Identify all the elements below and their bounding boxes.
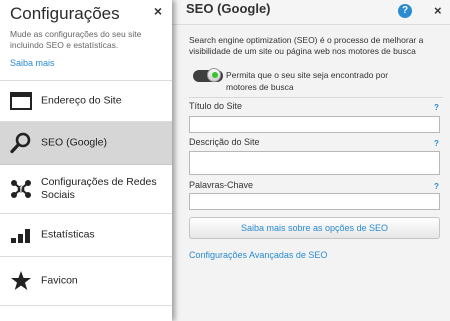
bar-chart-icon <box>11 229 30 243</box>
settings-app: Configurações × Mude as configurações do… <box>0 0 450 321</box>
close-icon[interactable]: × <box>154 3 162 19</box>
site-title-label: Título do Site <box>189 101 243 111</box>
learn-seo-options-button[interactable]: Saiba mais sobre as opções de SEO <box>189 217 440 239</box>
magnifier-icon <box>10 132 31 154</box>
site-description-field[interactable] <box>189 151 440 175</box>
star-icon <box>11 271 31 290</box>
site-description-help-icon[interactable]: ? <box>434 139 439 148</box>
learn-more-link[interactable]: Saiba mais <box>10 58 55 68</box>
search-engine-toggle-label: Permita que o seu site seja encontrado p… <box>226 70 389 92</box>
sidebar-item-statistics[interactable]: Estatísticas <box>0 214 172 257</box>
panel-header: SEO (Google) ? × <box>172 0 450 25</box>
search-engine-toggle[interactable] <box>193 68 223 82</box>
toggle-on-indicator <box>212 72 218 78</box>
sidebar-header: Configurações × Mude as configurações do… <box>0 0 172 81</box>
seo-panel: SEO (Google) ? × Search engine optimizat… <box>172 0 450 321</box>
close-icon[interactable]: × <box>434 3 442 18</box>
sidebar-item-social-networks[interactable]: f Configurações de Redes Sociais <box>0 165 172 214</box>
keywords-help-icon[interactable]: ? <box>434 182 439 191</box>
keywords-label: Palavras-Chave <box>189 180 254 190</box>
seo-intro-text: Search engine optimization (SEO) é o pro… <box>189 35 424 56</box>
site-description-label: Descrição do Site <box>189 137 260 147</box>
sidebar-title: Configurações <box>10 4 120 23</box>
keywords-field[interactable] <box>189 193 440 210</box>
sidebar-item-label: Endereço do Site <box>41 94 122 107</box>
toggle-knob <box>207 68 221 82</box>
sidebar-item-label: Estatísticas <box>41 228 95 241</box>
sidebar-item-favicon[interactable]: Favicon <box>0 257 172 306</box>
site-title-field[interactable] <box>189 116 440 133</box>
sidebar-item-site-address[interactable]: Endereço do Site <box>0 81 172 122</box>
browser-window-icon <box>10 92 32 110</box>
sidebar-item-seo[interactable]: SEO (Google) <box>0 122 172 165</box>
sidebar-item-label: Favicon <box>41 274 78 287</box>
help-icon[interactable]: ? <box>398 4 412 18</box>
settings-sidebar: Configurações × Mude as configurações do… <box>0 0 172 321</box>
sidebar-item-label: SEO (Google) <box>41 136 107 149</box>
social-network-icon: f <box>11 180 31 198</box>
site-title-help-icon[interactable]: ? <box>434 103 439 112</box>
divider <box>189 97 443 98</box>
sidebar-description: Mude as configurações do seu site inclui… <box>10 29 142 50</box>
panel-title: SEO (Google) <box>186 1 271 16</box>
svg-text:f: f <box>20 185 23 194</box>
advanced-seo-settings-link[interactable]: Configurações Avançadas de SEO <box>189 250 327 260</box>
sidebar-item-label: Configurações de Redes Sociais <box>41 176 157 201</box>
